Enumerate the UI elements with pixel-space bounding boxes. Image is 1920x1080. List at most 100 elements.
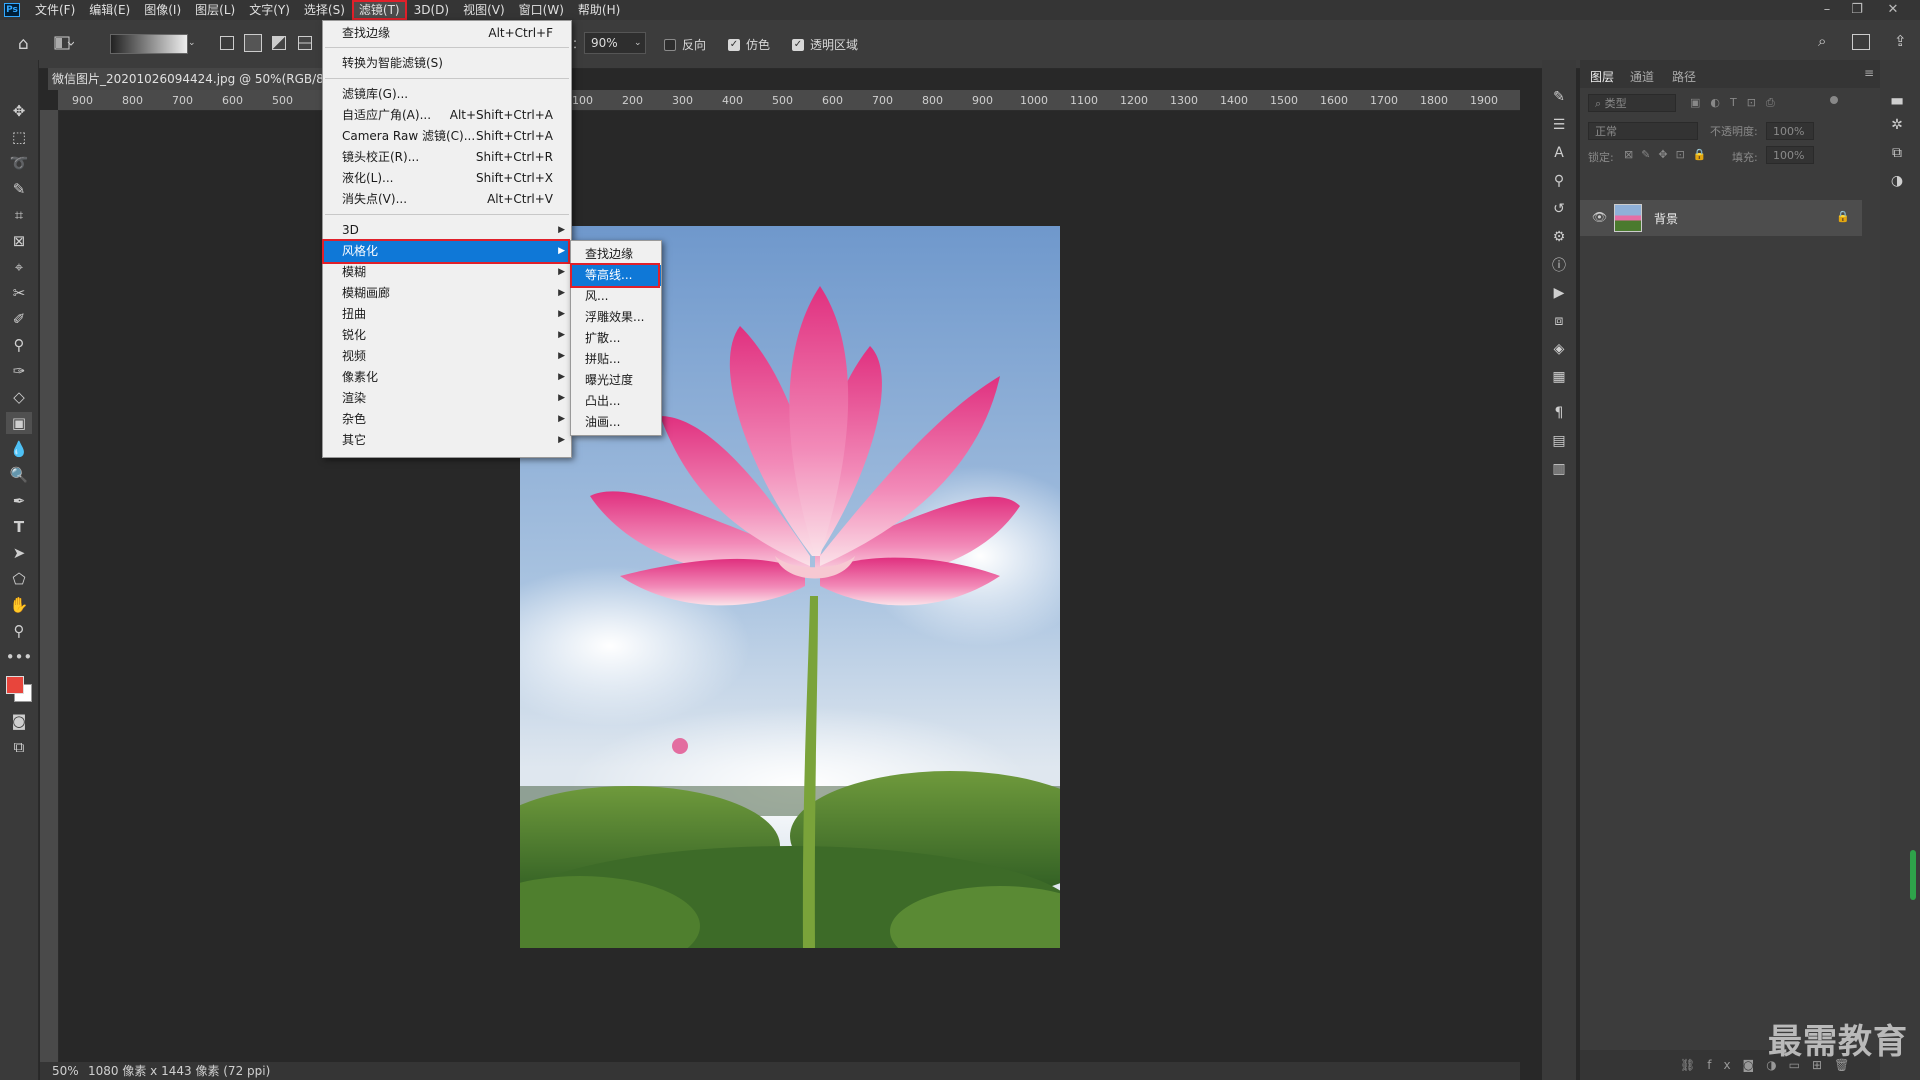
pen-tool-icon[interactable]: ✒ <box>6 490 32 512</box>
menu-view[interactable]: 视图(V) <box>456 0 512 20</box>
chevron-down-icon[interactable]: ⌄ <box>188 34 198 52</box>
close-icon[interactable]: ✕ <box>1878 0 1908 20</box>
menu-item-other[interactable]: 其它 ▶ <box>323 430 571 451</box>
brush-tool-icon[interactable]: ✐ <box>6 308 32 330</box>
lock-icon[interactable]: 🔒 <box>1836 210 1850 223</box>
menu-image[interactable]: 图像(I) <box>137 0 188 20</box>
foreground-color-swatch[interactable] <box>6 676 24 694</box>
submenu-item-extrude[interactable]: 凸出... <box>571 391 661 412</box>
home-icon[interactable]: ⌂ <box>18 34 38 54</box>
navigator-icon[interactable]: ✲ <box>1888 116 1906 134</box>
document-tab[interactable]: 微信图片_20201026094424.jpg @ 50%(RGB/8#) <box>48 68 328 90</box>
checkbox-box[interactable]: ✓ <box>792 38 804 51</box>
layer-fill-input[interactable]: 100% <box>1766 146 1814 164</box>
character-icon[interactable]: A <box>1550 144 1568 162</box>
menu-item-stylize[interactable]: 风格化 ▶ <box>323 241 571 262</box>
menu-3d[interactable]: 3D(D) <box>407 0 456 20</box>
quick-mask-icon[interactable]: ◙ <box>6 710 32 732</box>
chevron-down-icon[interactable]: ⌄ <box>634 32 642 54</box>
menu-layer[interactable]: 图层(L) <box>188 0 242 20</box>
lock-icons[interactable]: ⊠✎✥⊡🔒 <box>1624 148 1715 161</box>
history-brush-tool-icon[interactable]: ✑ <box>6 360 32 382</box>
menu-item-sharpen[interactable]: 锐化 ▶ <box>323 325 571 346</box>
adjustments-icon[interactable]: ☰ <box>1550 116 1568 134</box>
menu-edit[interactable]: 编辑(E) <box>82 0 137 20</box>
transparency-checkbox[interactable]: ✓ 透明区域 <box>792 36 858 53</box>
menu-item-liquify[interactable]: 液化(L)... Shift+Ctrl+X <box>323 168 571 189</box>
menu-item-lens-correction[interactable]: 镜头校正(R)... Shift+Ctrl+R <box>323 147 571 168</box>
submenu-item-trace-contour[interactable]: 等高线... <box>571 265 661 286</box>
menu-item-vanishing-point[interactable]: 消失点(V)... Alt+Ctrl+V <box>323 189 571 210</box>
histogram-icon[interactable]: ▃ <box>1888 88 1906 106</box>
reverse-checkbox[interactable]: 反向 <box>664 36 706 53</box>
panel-menu-icon[interactable]: ≡ <box>1864 66 1874 80</box>
menu-item-filter-gallery[interactable]: 滤镜库(G)... <box>323 84 571 105</box>
clone-source-icon[interactable]: ⚲ <box>1550 172 1568 190</box>
layer-row-background[interactable]: 👁 背景 🔒 <box>1580 200 1862 236</box>
hand-tool-icon[interactable]: ✋ <box>6 594 32 616</box>
linear-gradient-icon[interactable] <box>220 36 234 50</box>
libraries-icon[interactable]: ⧉ <box>1888 144 1906 162</box>
brush-settings-icon[interactable]: ✎ <box>1550 88 1568 106</box>
menu-item-noise[interactable]: 杂色 ▶ <box>323 409 571 430</box>
frame-tool-icon[interactable]: ⊠ <box>6 230 32 252</box>
angle-gradient-icon[interactable] <box>272 36 286 50</box>
menu-item-render[interactable]: 渲染 ▶ <box>323 388 571 409</box>
share-icon[interactable]: ⇪ <box>1894 32 1912 52</box>
menu-item-adaptive-wide-angle[interactable]: 自适应广角(A)... Alt+Shift+Ctrl+A <box>323 105 571 126</box>
screen-mode-icon[interactable]: ⧉ <box>6 736 32 758</box>
marquee-tool-icon[interactable]: ⬚ <box>6 126 32 148</box>
crop-tool-icon[interactable]: ⌗ <box>6 204 32 226</box>
zoom-level[interactable]: 50% <box>52 1062 79 1080</box>
checkbox-box[interactable] <box>664 38 676 51</box>
table-icon[interactable]: ▦ <box>1550 368 1568 386</box>
tab-channels[interactable]: 通道 <box>1630 68 1654 85</box>
dodge-tool-icon[interactable]: 🔍 <box>6 464 32 486</box>
layer-filter-select[interactable]: ⌕ 类型 <box>1588 94 1676 112</box>
layer-name[interactable]: 背景 <box>1654 210 1678 227</box>
submenu-item-emboss[interactable]: 浮雕效果... <box>571 307 661 328</box>
chevron-right-icon[interactable]: › <box>258 1062 263 1080</box>
radial-gradient-icon[interactable] <box>244 34 262 52</box>
submenu-item-solarize[interactable]: 曝光过度 <box>571 370 661 391</box>
gradient-picker[interactable] <box>110 34 188 54</box>
submenu-item-find-edges[interactable]: 查找边缘 <box>571 244 661 265</box>
reflected-gradient-icon[interactable] <box>298 36 312 50</box>
menu-item-pixelate[interactable]: 像素化 ▶ <box>323 367 571 388</box>
healing-tool-icon[interactable]: ✂ <box>6 282 32 304</box>
tab-paths[interactable]: 路径 <box>1672 68 1696 85</box>
minimize-icon[interactable]: – <box>1812 0 1842 20</box>
checkbox-box[interactable]: ✓ <box>728 38 740 51</box>
color-icon[interactable]: ◑ <box>1888 172 1906 190</box>
filter-toggle-icon[interactable] <box>1830 96 1838 104</box>
menu-item-distort[interactable]: 扭曲 ▶ <box>323 304 571 325</box>
info-icon[interactable]: ⓘ <box>1550 256 1568 274</box>
menu-item-smart-filter[interactable]: 转换为智能滤镜(S) <box>323 53 571 74</box>
notes-icon[interactable]: ▥ <box>1550 460 1568 478</box>
stamp-tool-icon[interactable]: ⚲ <box>6 334 32 356</box>
path-select-tool-icon[interactable]: ➤ <box>6 542 32 564</box>
submenu-item-wind[interactable]: 风... <box>571 286 661 307</box>
menu-item-find-edges-last[interactable]: 查找边缘 Alt+Ctrl+F <box>323 23 571 44</box>
3d-icon[interactable]: ◈ <box>1550 340 1568 358</box>
actions-play-icon[interactable]: ▶ <box>1550 284 1568 302</box>
tab-layers[interactable]: 图层 <box>1590 68 1614 85</box>
layer-opacity-input[interactable]: 100% <box>1766 122 1814 140</box>
move-tool-icon[interactable]: ✥ <box>6 100 32 122</box>
layer-filter-icons[interactable]: ▣◐T⊡⎙ <box>1690 96 1785 110</box>
history-icon[interactable]: ↺ <box>1550 200 1568 218</box>
glyphs-icon[interactable]: ▤ <box>1550 432 1568 450</box>
search-icon[interactable]: ⌕ <box>1818 32 1836 52</box>
menu-item-3d[interactable]: 3D ▶ <box>323 220 571 241</box>
paragraph-icon[interactable]: ¶ <box>1550 404 1568 422</box>
menu-item-video[interactable]: 视频 ▶ <box>323 346 571 367</box>
menu-filter[interactable]: 滤镜(T) <box>351 0 407 20</box>
menu-item-blur-gallery[interactable]: 模糊画廊 ▶ <box>323 283 571 304</box>
restore-icon[interactable]: ❐ <box>1842 0 1872 20</box>
gradient-tool-icon[interactable]: ▣ <box>6 412 32 434</box>
menu-select[interactable]: 选择(S) <box>297 0 352 20</box>
submenu-item-tiles[interactable]: 拼贴... <box>571 349 661 370</box>
document-info[interactable]: 1080 像素 x 1443 像素 (72 ppi) <box>88 1062 270 1080</box>
submenu-item-oil-paint[interactable]: 油画... <box>571 412 661 433</box>
scroll-indicator[interactable] <box>1910 850 1916 900</box>
